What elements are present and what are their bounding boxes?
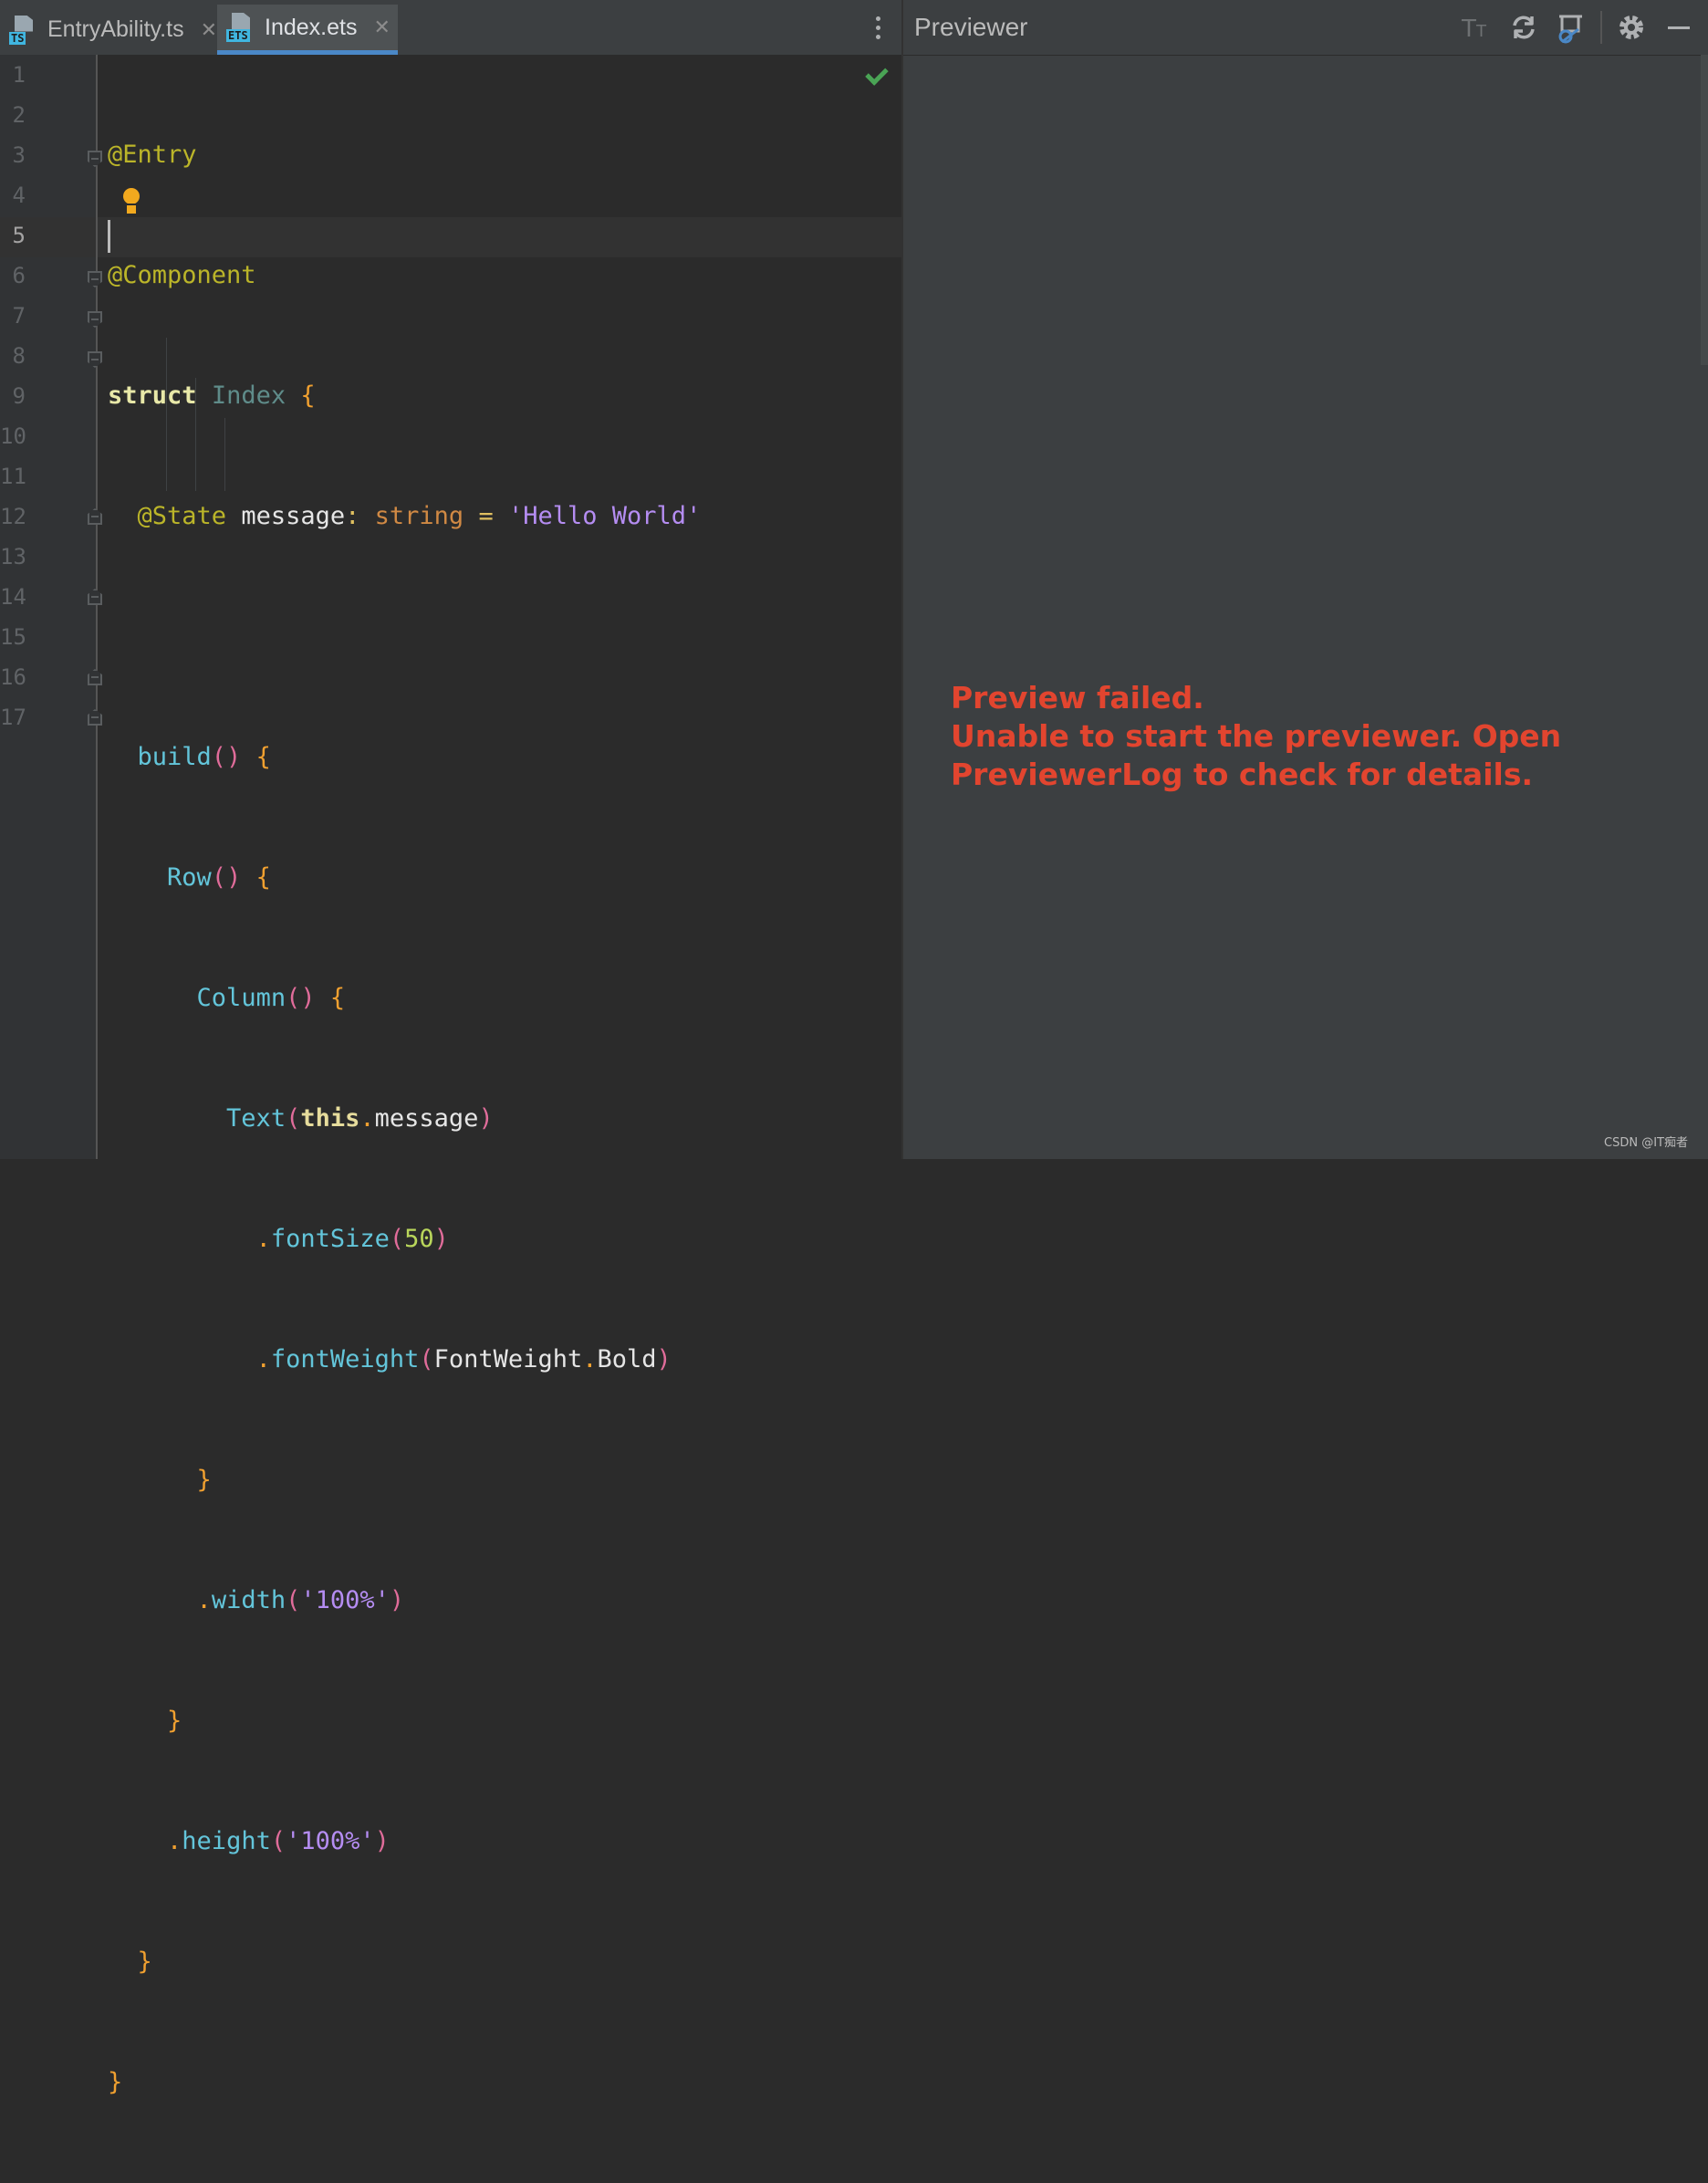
svg-text:T: T xyxy=(1475,22,1487,41)
previewer-scrollbar[interactable] xyxy=(1701,55,1708,365)
code-line: Column() { xyxy=(196,984,346,1012)
tab-index-ets[interactable]: ETS Index.ets ✕ xyxy=(217,5,398,55)
code-line: @Entry xyxy=(108,141,197,169)
lightbulb-icon[interactable] xyxy=(122,188,141,214)
previewer-pane: Previewer TT Preview failed. Unable to s… xyxy=(903,0,1708,1159)
inspector-icon[interactable] xyxy=(1555,11,1588,44)
typescript-file-icon: TS xyxy=(9,15,36,45)
close-icon[interactable]: ✕ xyxy=(201,18,217,42)
text-caret xyxy=(108,220,110,253)
code-line: struct Index { xyxy=(108,381,316,410)
toolbar-separator xyxy=(1600,11,1602,44)
line-number: 9 xyxy=(12,383,26,409)
settings-icon[interactable] xyxy=(1615,11,1648,44)
line-number: 3 xyxy=(12,142,26,168)
code-editor-pane: TS EntryAbility.ts ✕ ETS Index.ets ✕ 123… xyxy=(0,0,903,2096)
code-line: } xyxy=(196,1466,212,1494)
line-number: 10 xyxy=(0,423,26,449)
previewer-header: Previewer TT xyxy=(903,0,1708,56)
code-line: } xyxy=(137,1948,152,1976)
line-number: 14 xyxy=(0,584,26,610)
line-number: 5 xyxy=(12,223,26,248)
more-options-icon[interactable] xyxy=(874,16,881,39)
line-number: 15 xyxy=(0,624,26,650)
line-number: 4 xyxy=(12,183,26,208)
line-number: 6 xyxy=(12,263,26,288)
svg-text:T: T xyxy=(1461,16,1476,43)
line-number: 16 xyxy=(0,664,26,690)
code-line: } xyxy=(108,2068,123,2096)
editor-tab-bar: TS EntryAbility.ts ✕ ETS Index.ets ✕ xyxy=(0,0,901,56)
watermark: CSDN @IT痴者 xyxy=(1604,1136,1688,1150)
code-line: .fontWeight(FontWeight.Bold) xyxy=(255,1345,672,1374)
line-number: 8 xyxy=(12,343,26,369)
font-size-icon[interactable]: TT xyxy=(1460,11,1493,44)
line-number: 13 xyxy=(0,544,26,569)
ets-file-icon: ETS xyxy=(226,13,254,42)
code-line: @Component xyxy=(108,261,256,289)
code-line: Text(this.message) xyxy=(226,1104,494,1133)
line-number: 11 xyxy=(0,464,26,489)
code-content[interactable]: @Entry @Component struct Index { @State … xyxy=(108,55,701,2183)
line-number: 12 xyxy=(0,504,26,529)
line-number: 1 xyxy=(12,62,26,88)
code-line: @State message: string = 'Hello World' xyxy=(137,502,702,530)
close-icon[interactable]: ✕ xyxy=(373,16,390,39)
tab-label: Index.ets xyxy=(265,14,358,40)
code-line: } xyxy=(167,1707,182,1735)
code-line: .width('100%') xyxy=(196,1586,405,1614)
line-number: 17 xyxy=(0,705,26,730)
code-line: build() { xyxy=(137,743,271,771)
refresh-icon[interactable] xyxy=(1507,11,1540,44)
line-number: 7 xyxy=(12,303,26,329)
code-line: .height('100%') xyxy=(167,1827,390,1855)
preview-error-message: Preview failed. Unable to start the prev… xyxy=(951,680,1562,792)
line-number: 2 xyxy=(12,102,26,128)
code-line: Row() { xyxy=(167,863,271,892)
no-problems-check-icon[interactable] xyxy=(865,62,889,86)
minimize-icon[interactable] xyxy=(1662,11,1695,44)
gutter-divider xyxy=(96,55,98,1159)
tab-label: EntryAbility.ts xyxy=(47,16,184,42)
previewer-title: Previewer xyxy=(914,13,1028,41)
tab-entryability[interactable]: TS EntryAbility.ts ✕ xyxy=(0,5,217,55)
code-line: .fontSize(50) xyxy=(255,1225,449,1253)
